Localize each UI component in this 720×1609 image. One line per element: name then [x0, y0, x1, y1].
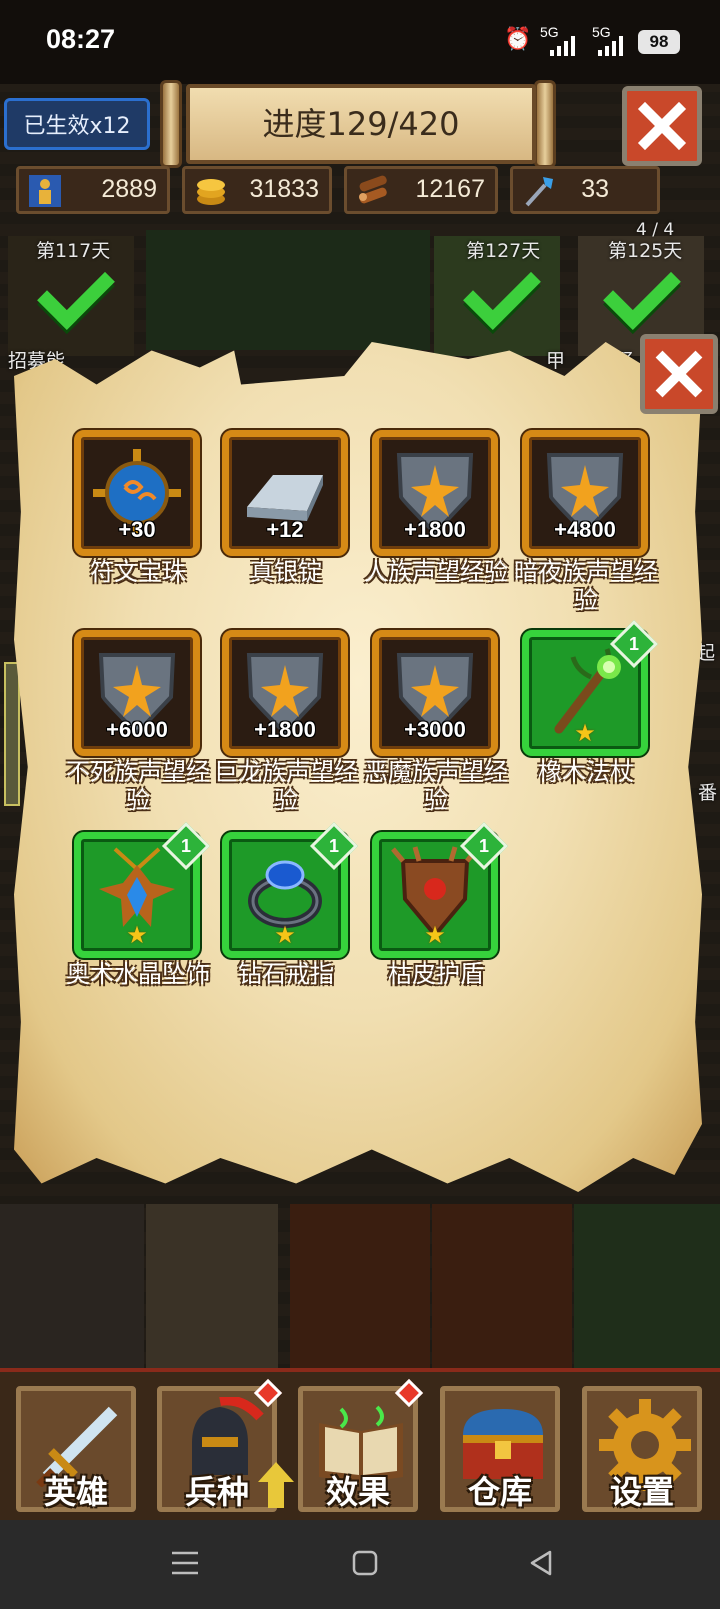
population-icon — [29, 175, 61, 207]
item-quantity: +4800 — [554, 517, 616, 542]
star-icon: ★ — [424, 921, 446, 949]
reward-item-crystal-pendant[interactable]: 1 ★ 奥术水晶坠饰 — [66, 821, 211, 1032]
star-icon: ★ — [574, 719, 596, 747]
signal-bars-icon — [550, 36, 576, 60]
reward-item-bark-shield[interactable]: 1 ★ 枯皮护盾 — [368, 821, 509, 1032]
dock-label: 兵种 — [184, 1473, 249, 1511]
reward-item-diamond-ring[interactable]: 1 ★ 钻石戒指 — [218, 821, 359, 1032]
reward-item-demon-reputation[interactable]: +3000 恶魔族声望经验 — [364, 630, 508, 830]
item-slot: 1 ★ — [74, 821, 211, 958]
item-slot: 1 ★ — [222, 821, 359, 958]
dock-heroes-button[interactable]: 英雄 — [16, 1386, 136, 1512]
active-effects-button[interactable]: 已生效x12 — [4, 98, 150, 150]
popup-close-button[interactable] — [640, 334, 718, 414]
item-name: 不死族声望经验 — [66, 758, 210, 814]
dock-label: 仓库 — [467, 1473, 532, 1511]
star-icon: ★ — [126, 921, 148, 949]
item-slot: +1800 — [222, 630, 348, 756]
item-slot: +6000 — [74, 630, 200, 756]
star-icon: ★ — [274, 921, 296, 949]
item-name: 钻石戒指 — [238, 960, 334, 988]
resource-value: 33 — [581, 175, 609, 203]
reward-item-silver-ingot[interactable]: +12 真银锭 — [218, 430, 354, 630]
item-slot: +4800 — [522, 430, 648, 556]
close-icon — [637, 101, 687, 151]
reward-item-rune-orb[interactable]: +30 符文宝珠 — [70, 430, 206, 630]
item-slot: 1 ★ — [522, 619, 659, 756]
item-quantity: +12 — [266, 517, 304, 542]
resource-population: 2889 — [16, 166, 170, 214]
close-icon — [655, 350, 703, 398]
menu-icon[interactable] — [172, 1550, 198, 1576]
battery-level: 98 — [638, 30, 680, 54]
close-button[interactable] — [622, 86, 702, 166]
resource-gold: 31833 — [182, 166, 332, 214]
reward-item-dragon-reputation[interactable]: +1800 巨龙族声望经验 — [214, 630, 358, 830]
resource-magic: 33 — [510, 166, 660, 214]
item-name: 巨龙族声望经验 — [214, 758, 358, 814]
item-name: 暗夜族声望经验 — [514, 558, 658, 614]
reward-item-nightelf-reputation[interactable]: +4800 暗夜族声望经验 — [514, 430, 658, 630]
dock-settings-button[interactable]: 设置 — [582, 1386, 702, 1512]
item-quantity: +3000 — [404, 717, 466, 742]
item-quantity: +1800 — [254, 717, 316, 742]
item-slot: +12 — [222, 430, 348, 556]
resource-value: 2889 — [101, 175, 157, 203]
progress-banner: 进度129/420 — [186, 84, 536, 164]
gold-coins-icon — [197, 179, 225, 205]
magic-wand-icon — [525, 177, 553, 207]
back-icon[interactable] — [528, 1550, 554, 1576]
item-name: 恶魔族声望经验 — [364, 758, 508, 814]
item-name: 真银锭 — [250, 558, 322, 586]
resource-value: 12167 — [415, 175, 485, 203]
item-name: 人族声望经验 — [364, 558, 508, 586]
clock: 08:27 — [46, 24, 116, 54]
item-name: 枯皮护盾 — [388, 960, 484, 988]
bg-partial-label: 番 — [698, 782, 718, 804]
scroll-roll-left — [160, 80, 182, 168]
alarm-icon: ⏰ — [504, 26, 532, 51]
day-label-127: 第127天 — [466, 240, 541, 262]
item-name: 橡木法杖 — [538, 758, 634, 786]
check-icon — [463, 252, 541, 330]
dock-label: 英雄 — [43, 1473, 108, 1511]
item-name: 符文宝珠 — [90, 558, 186, 586]
item-slot: 1 ★ — [372, 821, 509, 958]
home-icon[interactable] — [352, 1550, 378, 1576]
wood-logs-icon — [359, 175, 387, 204]
reward-item-oak-staff[interactable]: 1 ★ 橡木法杖 — [518, 619, 659, 830]
system-navigation-bar — [0, 1520, 720, 1609]
item-name: 奥术水晶坠饰 — [66, 960, 210, 988]
scroll-roll-right — [534, 80, 556, 168]
item-slot: +30 — [74, 430, 200, 556]
check-icon — [603, 252, 681, 330]
item-slot: +3000 — [372, 630, 498, 756]
side-panel-edge — [4, 662, 20, 806]
reward-item-human-reputation[interactable]: +1800 人族声望经验 — [364, 430, 508, 630]
page-counter: 4 / 4 — [636, 220, 675, 240]
item-slot: +1800 — [372, 430, 498, 556]
dock-label: 效果 — [325, 1473, 390, 1511]
item-quantity: +6000 — [106, 717, 168, 742]
signal-bars-icon-2 — [598, 36, 624, 60]
upgrade-arrow-icon — [258, 1462, 294, 1508]
dock-label: 设置 — [609, 1473, 674, 1511]
status-bar: 08:27 ⏰ 5G 5G 98 — [0, 0, 720, 84]
day-label-117: 第117天 — [36, 240, 111, 262]
day-label-125: 第125天 — [608, 240, 683, 262]
dock-effects-button[interactable]: 效果 — [298, 1378, 424, 1512]
reward-item-undead-reputation[interactable]: +6000 不死族声望经验 — [66, 630, 210, 830]
item-quantity: +30 — [118, 517, 156, 542]
item-quantity: +1800 — [404, 517, 466, 542]
dock-warehouse-button[interactable]: 仓库 — [440, 1386, 560, 1512]
check-icon — [37, 252, 115, 330]
resource-value: 31833 — [249, 175, 319, 203]
resource-wood: 12167 — [344, 166, 498, 214]
